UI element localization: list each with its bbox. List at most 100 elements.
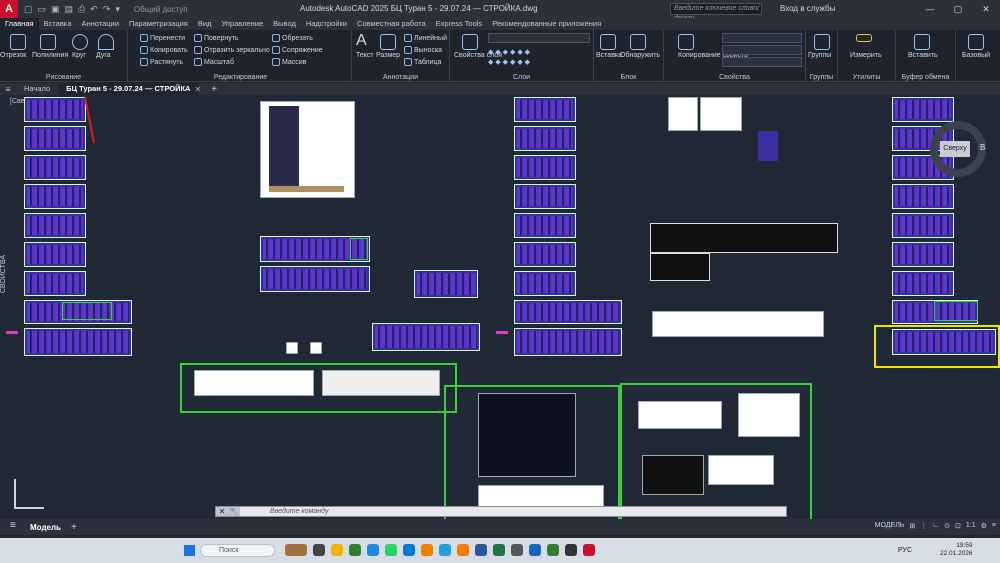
floor-plan-sheet[interactable] — [892, 184, 954, 209]
file-tab[interactable]: БЦ Туран 5 - 29.07.24 — СТРОЙКА — [58, 83, 199, 95]
save-as-icon[interactable]: ▤ — [65, 4, 74, 15]
group-button[interactable]: Группы — [808, 52, 831, 59]
word-icon[interactable] — [475, 544, 487, 556]
stair-plan-sheet[interactable] — [478, 393, 576, 477]
panel-clipboard-label[interactable]: Буфер обмена — [896, 74, 955, 81]
panel-utilities-label[interactable]: Утилиты — [838, 74, 895, 81]
paste-icon[interactable] — [914, 34, 930, 50]
minimize-icon[interactable]: — — [916, 0, 944, 18]
floor-plan-sheet[interactable] — [260, 266, 370, 292]
close-icon[interactable]: ✕ — [972, 0, 1000, 18]
tab-insert[interactable]: Вставка — [39, 18, 77, 30]
tab-parametric[interactable]: Параметризация — [124, 18, 193, 30]
whatsapp-icon[interactable] — [385, 544, 397, 556]
floor-plan-sheet[interactable] — [24, 155, 86, 180]
stretch-button[interactable]: Растянуть — [140, 58, 183, 66]
polyline-button[interactable]: Полилиния — [32, 52, 68, 59]
file-explorer-icon[interactable] — [331, 544, 343, 556]
rotate-button[interactable]: Повернуть — [194, 34, 239, 42]
circle-icon[interactable] — [72, 34, 88, 50]
layer-properties-icon[interactable] — [462, 34, 478, 50]
linear-button[interactable]: Линейный — [404, 34, 447, 42]
floor-plan-sheet[interactable] — [24, 184, 86, 209]
detect-icon[interactable] — [630, 34, 646, 50]
osnap-icon[interactable]: ⊡ — [955, 522, 961, 530]
base-view-button[interactable]: Базовый — [962, 52, 990, 59]
floor-plan-sheet[interactable] — [514, 126, 576, 151]
panel-layers-label[interactable]: Слои — [450, 74, 593, 81]
ortho-icon[interactable]: ∟ — [932, 522, 939, 530]
detect-button[interactable]: Обнаружить — [620, 52, 660, 59]
app-icon[interactable] — [403, 544, 415, 556]
floor-plan-sheet[interactable] — [24, 328, 132, 356]
panel-block-label[interactable]: Блок — [594, 74, 663, 81]
app-icon[interactable] — [565, 544, 577, 556]
floor-plan-sheet[interactable] — [514, 328, 622, 356]
autocad-logo[interactable]: A — [0, 0, 18, 18]
drawing-canvas[interactable]: [Сверху][2D-каркас] СВОЙСТВА — [0, 95, 1000, 519]
elevation-sheet[interactable] — [260, 101, 355, 198]
more-icon[interactable]: ▾ — [115, 4, 120, 15]
new-tab-icon[interactable]: + — [211, 84, 217, 95]
undo-icon[interactable]: ↶ — [90, 4, 98, 15]
menu-icon[interactable]: ≡ — [0, 85, 16, 94]
arc-icon[interactable] — [98, 34, 114, 50]
detail-sheet[interactable] — [708, 455, 774, 485]
panel-modify-label[interactable]: Редактирование — [130, 74, 351, 81]
tab-home[interactable]: Главная — [0, 18, 39, 30]
layer-tools-icon[interactable]: ◆ ◆ ◆ ◆ ◆ ◆ — [488, 48, 530, 56]
panel-draw-label[interactable]: Рисование — [0, 74, 127, 81]
autocad-taskbar-icon[interactable] — [583, 544, 595, 556]
taskbar-search[interactable]: Поиск — [200, 544, 275, 557]
maximize-icon[interactable]: ▢ — [944, 0, 972, 18]
schedule-sheet[interactable] — [650, 223, 838, 253]
tab-annotate[interactable]: Аннотации — [76, 18, 124, 30]
floor-plan-sheet[interactable] — [24, 242, 86, 267]
language-indicator[interactable]: РУС — [898, 547, 912, 554]
detail-sheet[interactable] — [642, 455, 704, 495]
open-file-icon[interactable]: ▭ — [38, 4, 47, 15]
insert-block-icon[interactable] — [600, 34, 616, 50]
copy-button[interactable]: Копировать — [140, 46, 188, 54]
widget-icon[interactable] — [285, 544, 307, 556]
save-icon[interactable]: ▣ — [51, 4, 60, 15]
floor-plan-sheet[interactable] — [892, 97, 954, 122]
dimension-icon[interactable] — [380, 34, 396, 50]
details-sheet-row[interactable] — [652, 311, 824, 337]
customize-menu-icon[interactable]: ≡ — [992, 522, 996, 530]
array-button[interactable]: Массив — [272, 58, 306, 66]
paste-button[interactable]: Вставить — [908, 52, 938, 59]
print-icon[interactable]: ⎙ — [78, 4, 85, 15]
tab-manage[interactable]: Управление — [216, 18, 268, 30]
annotation-scale[interactable]: 1:1 — [966, 522, 976, 530]
tab-featured-apps[interactable]: Рекомендованные приложения — [487, 18, 606, 30]
text-icon[interactable]: A — [356, 32, 367, 50]
floor-plan-sheet[interactable] — [892, 213, 954, 238]
viewcube-east-label[interactable]: В — [980, 143, 985, 152]
circle-button[interactable]: Круг — [72, 52, 86, 59]
line-icon[interactable] — [10, 34, 26, 50]
tab-output[interactable]: Вывод — [268, 18, 301, 30]
redo-icon[interactable]: ↷ — [103, 4, 111, 15]
floor-plan-sheet[interactable] — [372, 323, 480, 351]
detail-sheet[interactable] — [310, 342, 322, 354]
model-space-toggle[interactable]: МОДЕЛЬ — [875, 522, 905, 530]
insert-block-button[interactable]: Вставка — [596, 52, 622, 59]
details-sheet-row[interactable] — [322, 370, 440, 396]
layout-menu-icon[interactable]: ≡ — [10, 520, 16, 531]
grid-icon[interactable]: ⊞ — [909, 522, 915, 530]
properties-palette-tab[interactable]: СВОЙСТВА — [0, 255, 7, 293]
arc-button[interactable]: Дуга — [96, 52, 111, 59]
dimension-button[interactable]: Размер — [376, 52, 400, 59]
detail-sheet[interactable] — [286, 342, 298, 354]
table-button[interactable]: Таблица — [404, 58, 441, 66]
floor-plan-sheet[interactable] — [514, 300, 622, 324]
detail-sheet[interactable] — [638, 401, 722, 429]
command-settings-icon[interactable]: 🔧 — [228, 507, 240, 516]
floor-plan-sheet[interactable] — [514, 242, 576, 267]
lineweight-dropdown[interactable] — [722, 57, 802, 67]
task-view-icon[interactable] — [313, 544, 325, 556]
floor-plan-sheet[interactable] — [24, 97, 86, 122]
leader-button[interactable]: Выноска — [404, 46, 442, 54]
plan-fragment[interactable] — [758, 131, 778, 161]
